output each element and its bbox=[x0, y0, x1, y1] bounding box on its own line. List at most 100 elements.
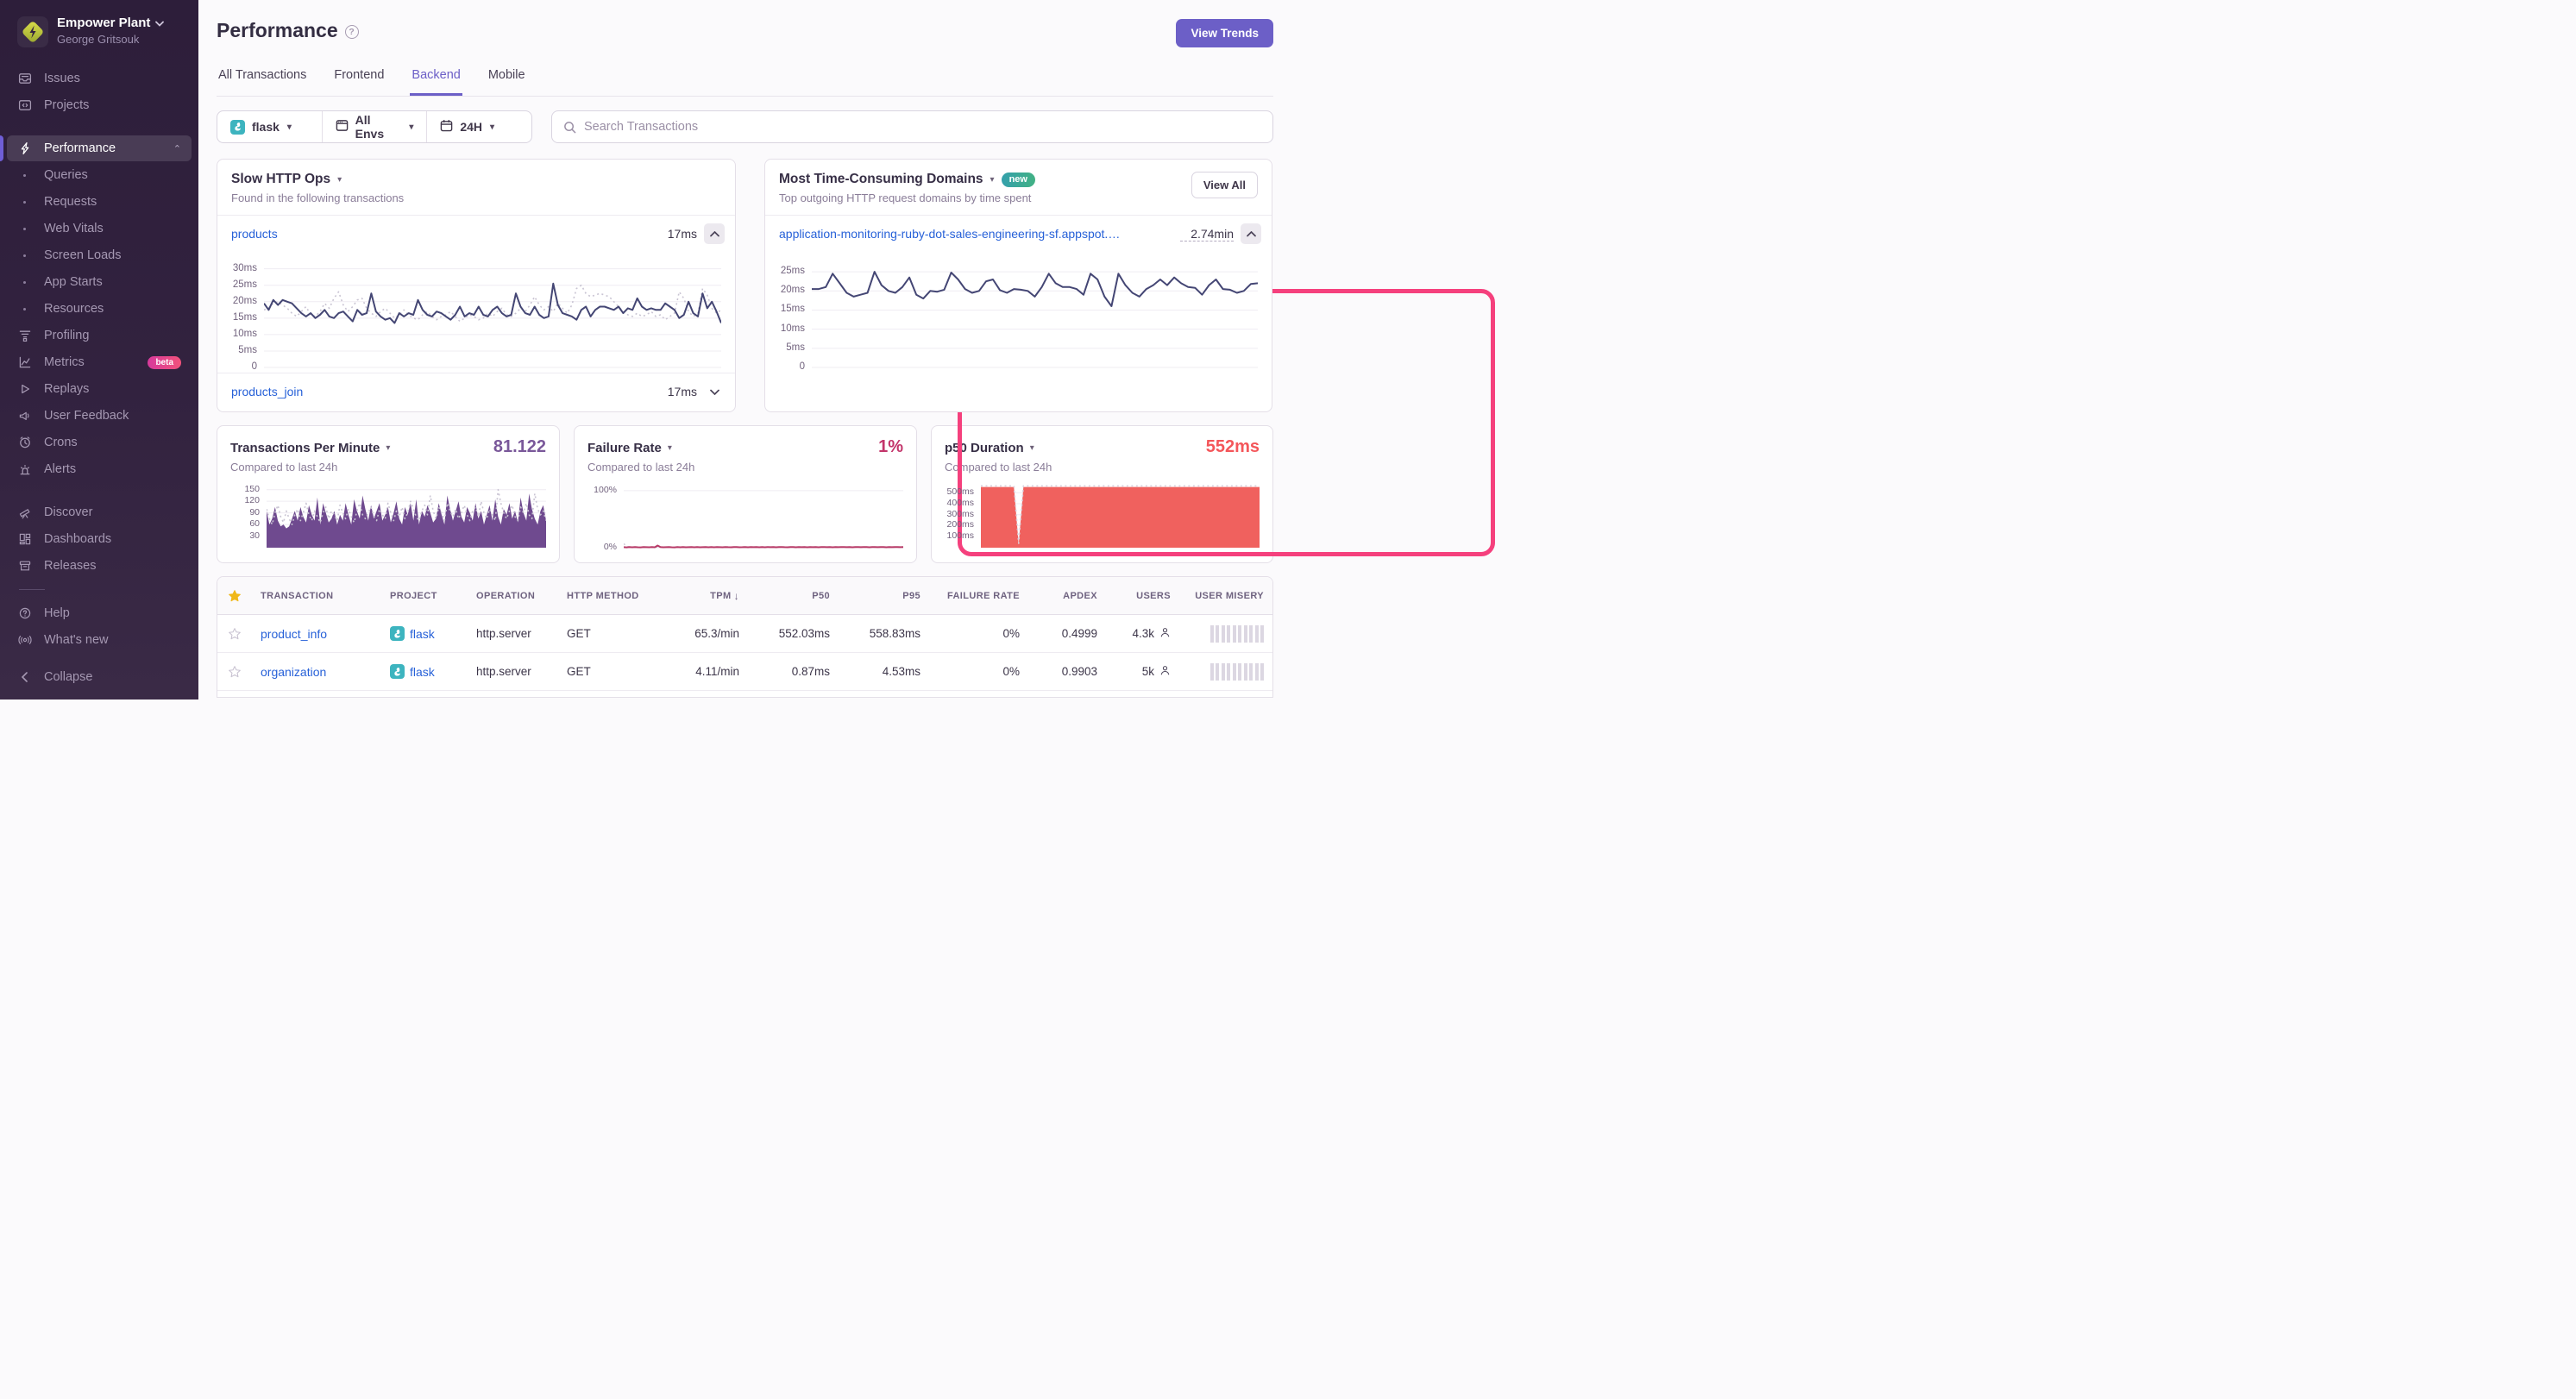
sidebar-item-resources[interactable]: Resources bbox=[7, 296, 192, 322]
sidebar-item-performance[interactable]: Performance⌃ bbox=[7, 135, 192, 161]
chevron-up-icon: ⌃ bbox=[173, 143, 181, 154]
tab-backend[interactable]: Backend bbox=[410, 68, 462, 96]
tab-frontend[interactable]: Frontend bbox=[332, 68, 386, 96]
http-method-cell: GET bbox=[558, 627, 657, 640]
dashboards-icon bbox=[17, 532, 32, 546]
sidebar-item-requests[interactable]: Requests bbox=[7, 189, 192, 215]
sidebar-item-projects[interactable]: Projects bbox=[7, 92, 192, 118]
time-range-filter[interactable]: 24H▾ bbox=[426, 111, 531, 142]
tpm-title[interactable]: Transactions Per Minute▾ bbox=[230, 441, 390, 455]
sidebar-item-metrics[interactable]: Metricsbeta bbox=[7, 349, 192, 375]
p50-cell: 0.87ms bbox=[748, 665, 839, 678]
tpm-cell: 4.11/min bbox=[657, 665, 748, 678]
page-filter-bar: flask▾ All Envs▾ 24H▾ bbox=[217, 110, 532, 143]
collapse-row-button[interactable] bbox=[1241, 223, 1261, 244]
users-cell: 4.3k bbox=[1106, 626, 1179, 641]
tab-all-transactions[interactable]: All Transactions bbox=[217, 68, 308, 96]
duration-value: 17ms bbox=[657, 227, 697, 241]
column-header-transaction[interactable]: TRANSACTION bbox=[252, 591, 381, 601]
sidebar-item-user-feedback[interactable]: User Feedback bbox=[7, 403, 192, 429]
project-link[interactable]: flask bbox=[410, 627, 435, 641]
sidebar-item-releases[interactable]: Releases bbox=[7, 553, 192, 579]
failure-rate-chart: 100%0% bbox=[587, 482, 903, 549]
sidebar-item-web-vitals[interactable]: Web Vitals bbox=[7, 216, 192, 242]
users-cell: 5k bbox=[1106, 664, 1179, 679]
slow-http-ops-panel: Slow HTTP Ops▾ Found in the following tr… bbox=[217, 159, 736, 412]
sidebar-item-help[interactable]: Help bbox=[7, 600, 192, 626]
bullet-icon bbox=[23, 281, 26, 284]
p95-cell: 558.83ms bbox=[839, 627, 929, 640]
star-toggle[interactable] bbox=[226, 665, 243, 679]
sidebar-item-discover[interactable]: Discover bbox=[7, 499, 192, 525]
environment-filter[interactable]: All Envs▾ bbox=[322, 111, 427, 142]
domain-link[interactable]: application-monitoring-ruby-dot-sales-en… bbox=[779, 227, 1124, 241]
duration-value: 17ms bbox=[657, 385, 697, 398]
tpm-cell: 65.3/min bbox=[657, 627, 748, 640]
tpm-panel: Transactions Per Minute▾ 81.122 Compared… bbox=[217, 425, 560, 563]
transaction-link[interactable]: organization bbox=[261, 665, 326, 679]
transactions-table: TRANSACTIONPROJECTOPERATIONHTTP METHODTP… bbox=[217, 576, 1273, 698]
view-all-button[interactable]: View All bbox=[1191, 172, 1258, 198]
column-header-p95[interactable]: P95 bbox=[839, 591, 929, 601]
user-icon bbox=[1159, 626, 1171, 641]
expand-row-button[interactable] bbox=[704, 381, 725, 402]
column-header-apdex[interactable]: APDEX bbox=[1028, 591, 1106, 601]
projects-icon bbox=[17, 98, 32, 112]
sidebar-item-what-s-new[interactable]: What's new bbox=[7, 627, 192, 653]
tpm-value: 81.122 bbox=[493, 437, 546, 457]
sidebar-item-app-starts[interactable]: App Starts bbox=[7, 269, 192, 295]
transaction-link[interactable]: product_info bbox=[261, 627, 327, 641]
sidebar-item-issues[interactable]: Issues bbox=[7, 66, 192, 91]
accordion-row-products-join: products_join 17ms bbox=[217, 373, 735, 410]
org-logo-icon bbox=[17, 16, 48, 47]
column-header-operation[interactable]: OPERATION bbox=[468, 591, 558, 601]
column-header-project[interactable]: PROJECT bbox=[381, 591, 468, 601]
time-spent-value[interactable]: 2.74min bbox=[1180, 227, 1234, 242]
discover-icon bbox=[17, 505, 32, 519]
sidebar-item-screen-loads[interactable]: Screen Loads bbox=[7, 242, 192, 268]
slow-http-ops-title[interactable]: Slow HTTP Ops▾ bbox=[231, 172, 721, 187]
org-switcher[interactable]: Empower Plant George Gritsouk bbox=[0, 12, 198, 60]
main-content: Performance ? View Trends All Transactio… bbox=[198, 0, 1289, 700]
view-trends-button[interactable]: View Trends bbox=[1176, 19, 1273, 47]
sidebar-item-crons[interactable]: Crons bbox=[7, 430, 192, 455]
sidebar-item-alerts[interactable]: Alerts bbox=[7, 456, 192, 482]
project-filter[interactable]: flask▾ bbox=[217, 111, 322, 142]
search-transactions[interactable] bbox=[551, 110, 1273, 143]
org-name: Empower Plant bbox=[57, 16, 150, 31]
column-header-tpm[interactable]: TPM↓ bbox=[657, 590, 748, 602]
search-input[interactable] bbox=[584, 120, 1261, 134]
star-column-header[interactable] bbox=[217, 589, 252, 603]
p50-duration-panel: p50 Duration▾ 552ms Compared to last 24h… bbox=[931, 425, 1273, 563]
tab-mobile[interactable]: Mobile bbox=[487, 68, 527, 96]
bullet-icon bbox=[23, 228, 26, 230]
accordion-row-products: products 17ms bbox=[217, 216, 735, 252]
collapse-row-button[interactable] bbox=[704, 223, 725, 244]
http-method-cell: GET bbox=[558, 665, 657, 678]
help-icon[interactable]: ? bbox=[345, 25, 359, 39]
project-link[interactable]: flask bbox=[410, 665, 435, 679]
sidebar-item-replays[interactable]: Replays bbox=[7, 376, 192, 402]
issues-icon bbox=[17, 72, 32, 85]
sidebar-collapse[interactable]: Collapse bbox=[7, 664, 192, 690]
failure-rate-title[interactable]: Failure Rate▾ bbox=[587, 441, 672, 455]
sidebar-item-queries[interactable]: Queries bbox=[7, 162, 192, 188]
column-header-failure-rate[interactable]: FAILURE RATE bbox=[929, 591, 1028, 601]
domains-title[interactable]: Most Time-Consuming Domains▾new bbox=[779, 172, 1191, 187]
column-header-user-misery[interactable]: USER MISERY bbox=[1179, 591, 1272, 601]
sidebar-item-dashboards[interactable]: Dashboards bbox=[7, 526, 192, 552]
chevron-down-icon: ▾ bbox=[1030, 443, 1034, 453]
p50-value: 552ms bbox=[1206, 437, 1260, 457]
column-header-users[interactable]: USERS bbox=[1106, 591, 1179, 601]
column-header-p50[interactable]: P50 bbox=[748, 591, 839, 601]
transaction-link[interactable]: products_join bbox=[231, 385, 303, 398]
p50-title[interactable]: p50 Duration▾ bbox=[945, 441, 1034, 455]
sidebar-nav: IssuesProjects Performance⌃QueriesRequest… bbox=[0, 60, 198, 661]
bullet-icon bbox=[23, 308, 26, 311]
sidebar-item-profiling[interactable]: Profiling bbox=[7, 323, 192, 348]
star-toggle[interactable] bbox=[226, 627, 243, 641]
transaction-link[interactable]: products bbox=[231, 227, 278, 241]
metrics-icon bbox=[17, 355, 32, 369]
column-header-http-method[interactable]: HTTP METHOD bbox=[558, 591, 657, 601]
page-title: Performance ? bbox=[217, 19, 359, 42]
